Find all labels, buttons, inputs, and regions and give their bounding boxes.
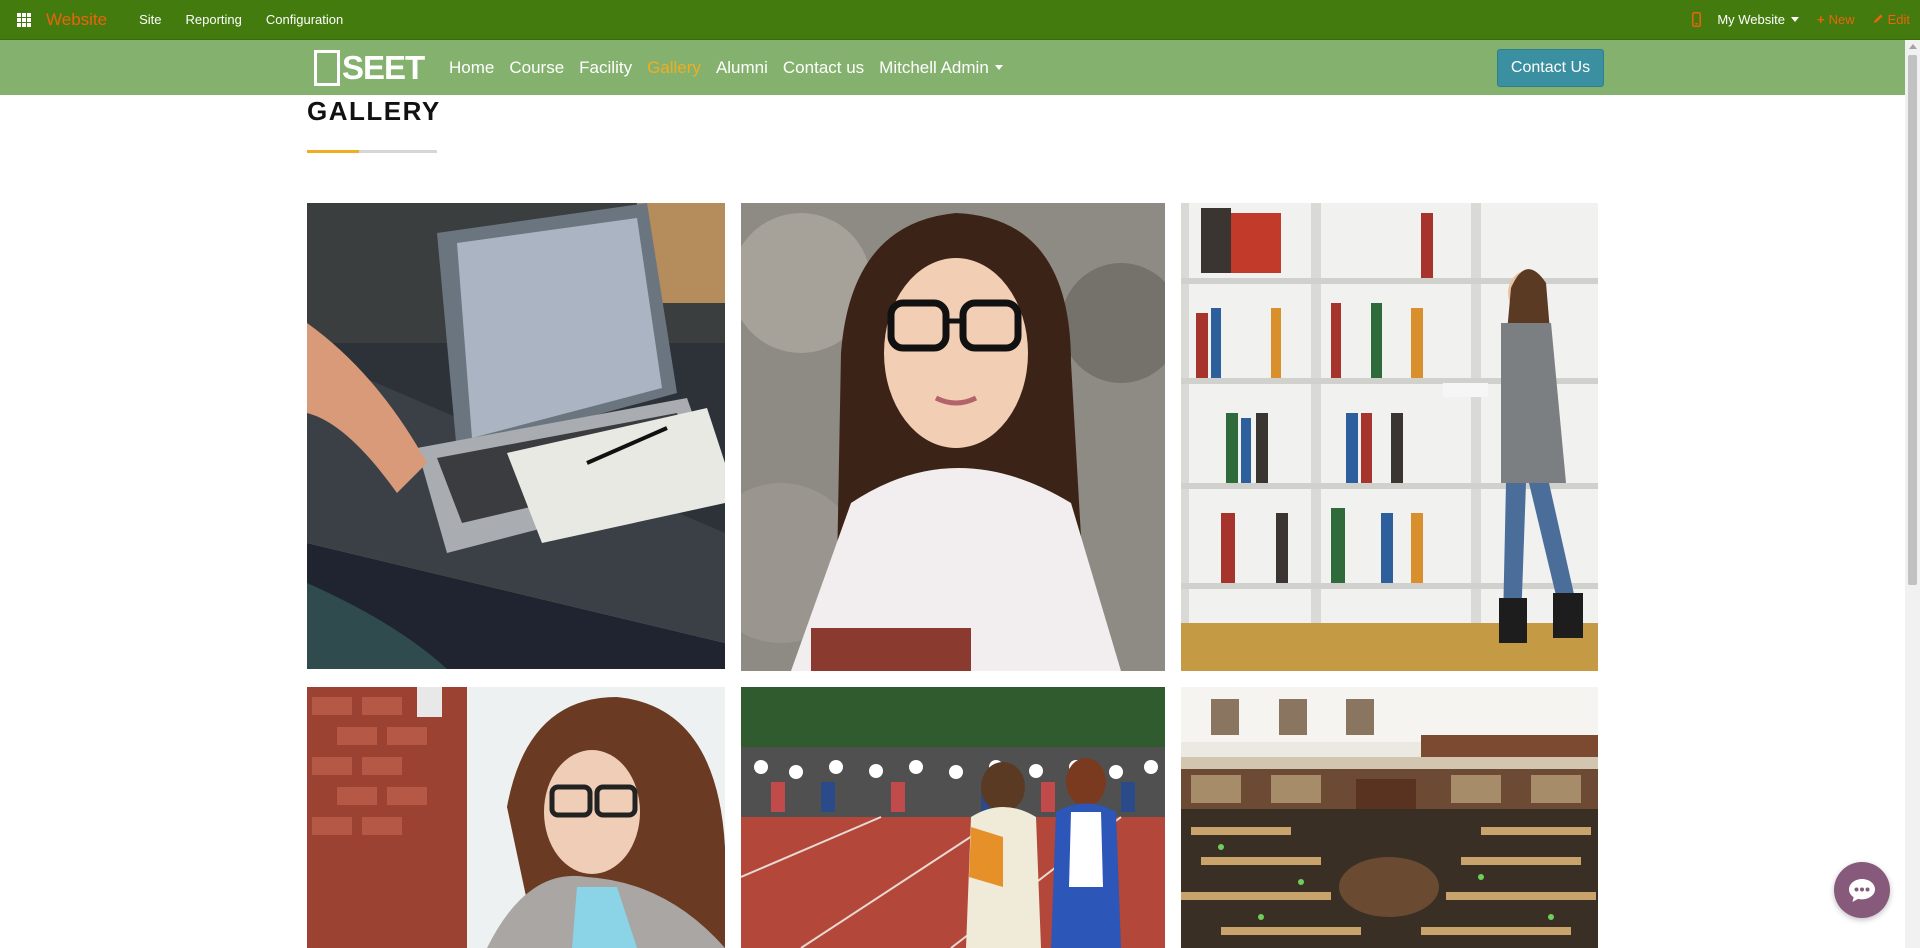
logo-text: SEET	[342, 49, 425, 86]
live-chat-button[interactable]	[1834, 862, 1890, 918]
admin-bar: Website Site Reporting Configuration My …	[0, 0, 1920, 40]
nav-alumni[interactable]: Alumni	[716, 58, 768, 78]
nav-gallery[interactable]: Gallery	[647, 58, 701, 78]
library-bookshelf-photo	[1181, 203, 1598, 671]
scroll-thumb[interactable]	[1908, 55, 1917, 585]
nav-facility[interactable]: Facility	[579, 58, 632, 78]
chevron-down-icon	[994, 65, 1003, 70]
admin-bar-actions: My Website + New Edit	[1681, 0, 1920, 39]
user-menu[interactable]: Mitchell Admin	[879, 58, 1003, 78]
reading-room-library-photo	[1181, 687, 1598, 948]
menu-site[interactable]: Site	[139, 12, 161, 27]
scroll-up-icon[interactable]	[1909, 44, 1917, 49]
app-name[interactable]: Website	[46, 10, 107, 30]
new-button[interactable]: + New	[1817, 12, 1855, 27]
chat-icon	[1849, 879, 1875, 902]
page-scrollbar[interactable]	[1905, 40, 1920, 948]
gallery-image-reading-room[interactable]	[1181, 687, 1598, 948]
title-underline	[307, 150, 437, 153]
menu-configuration[interactable]: Configuration	[266, 12, 343, 27]
gallery-image-student[interactable]	[741, 203, 1165, 671]
gallery-image-library[interactable]	[1181, 203, 1598, 671]
nav-contact-us[interactable]: Contact us	[783, 58, 864, 78]
website-selector[interactable]: My Website	[1717, 12, 1799, 27]
chevron-down-icon	[1790, 17, 1799, 22]
contact-us-button[interactable]: Contact Us	[1497, 49, 1604, 87]
gallery-image-laptop[interactable]	[307, 203, 725, 669]
page-title: GALLERY	[307, 96, 441, 126]
edit-button[interactable]: Edit	[1873, 12, 1910, 27]
pencil-icon	[1873, 12, 1884, 27]
plus-icon: +	[1816, 12, 1825, 27]
gallery-image-track[interactable]	[741, 687, 1165, 948]
students-running-track-photo	[741, 687, 1165, 948]
logo-mark	[314, 50, 340, 86]
nav-course[interactable]: Course	[509, 58, 564, 78]
website-selector-label: My Website	[1717, 12, 1785, 27]
nav-home[interactable]: Home	[449, 58, 494, 78]
new-button-label: New	[1828, 12, 1855, 27]
mobile-preview-icon[interactable]	[1681, 12, 1711, 27]
woman-reading-photo	[307, 687, 725, 948]
website-navbar: SEET Home Course Facility Gallery Alumni…	[0, 40, 1905, 95]
student-portrait-photo	[741, 203, 1165, 671]
user-menu-label: Mitchell Admin	[879, 57, 989, 77]
edit-button-label: Edit	[1887, 12, 1910, 27]
apps-grid-icon[interactable]	[0, 0, 48, 39]
nav-links: Home Course Facility Gallery Alumni Cont…	[449, 40, 1018, 95]
gallery-image-reading[interactable]	[307, 687, 725, 948]
site-logo[interactable]: SEET	[314, 47, 425, 89]
menu-reporting[interactable]: Reporting	[186, 12, 242, 27]
laptop-desk-photo	[307, 203, 725, 669]
